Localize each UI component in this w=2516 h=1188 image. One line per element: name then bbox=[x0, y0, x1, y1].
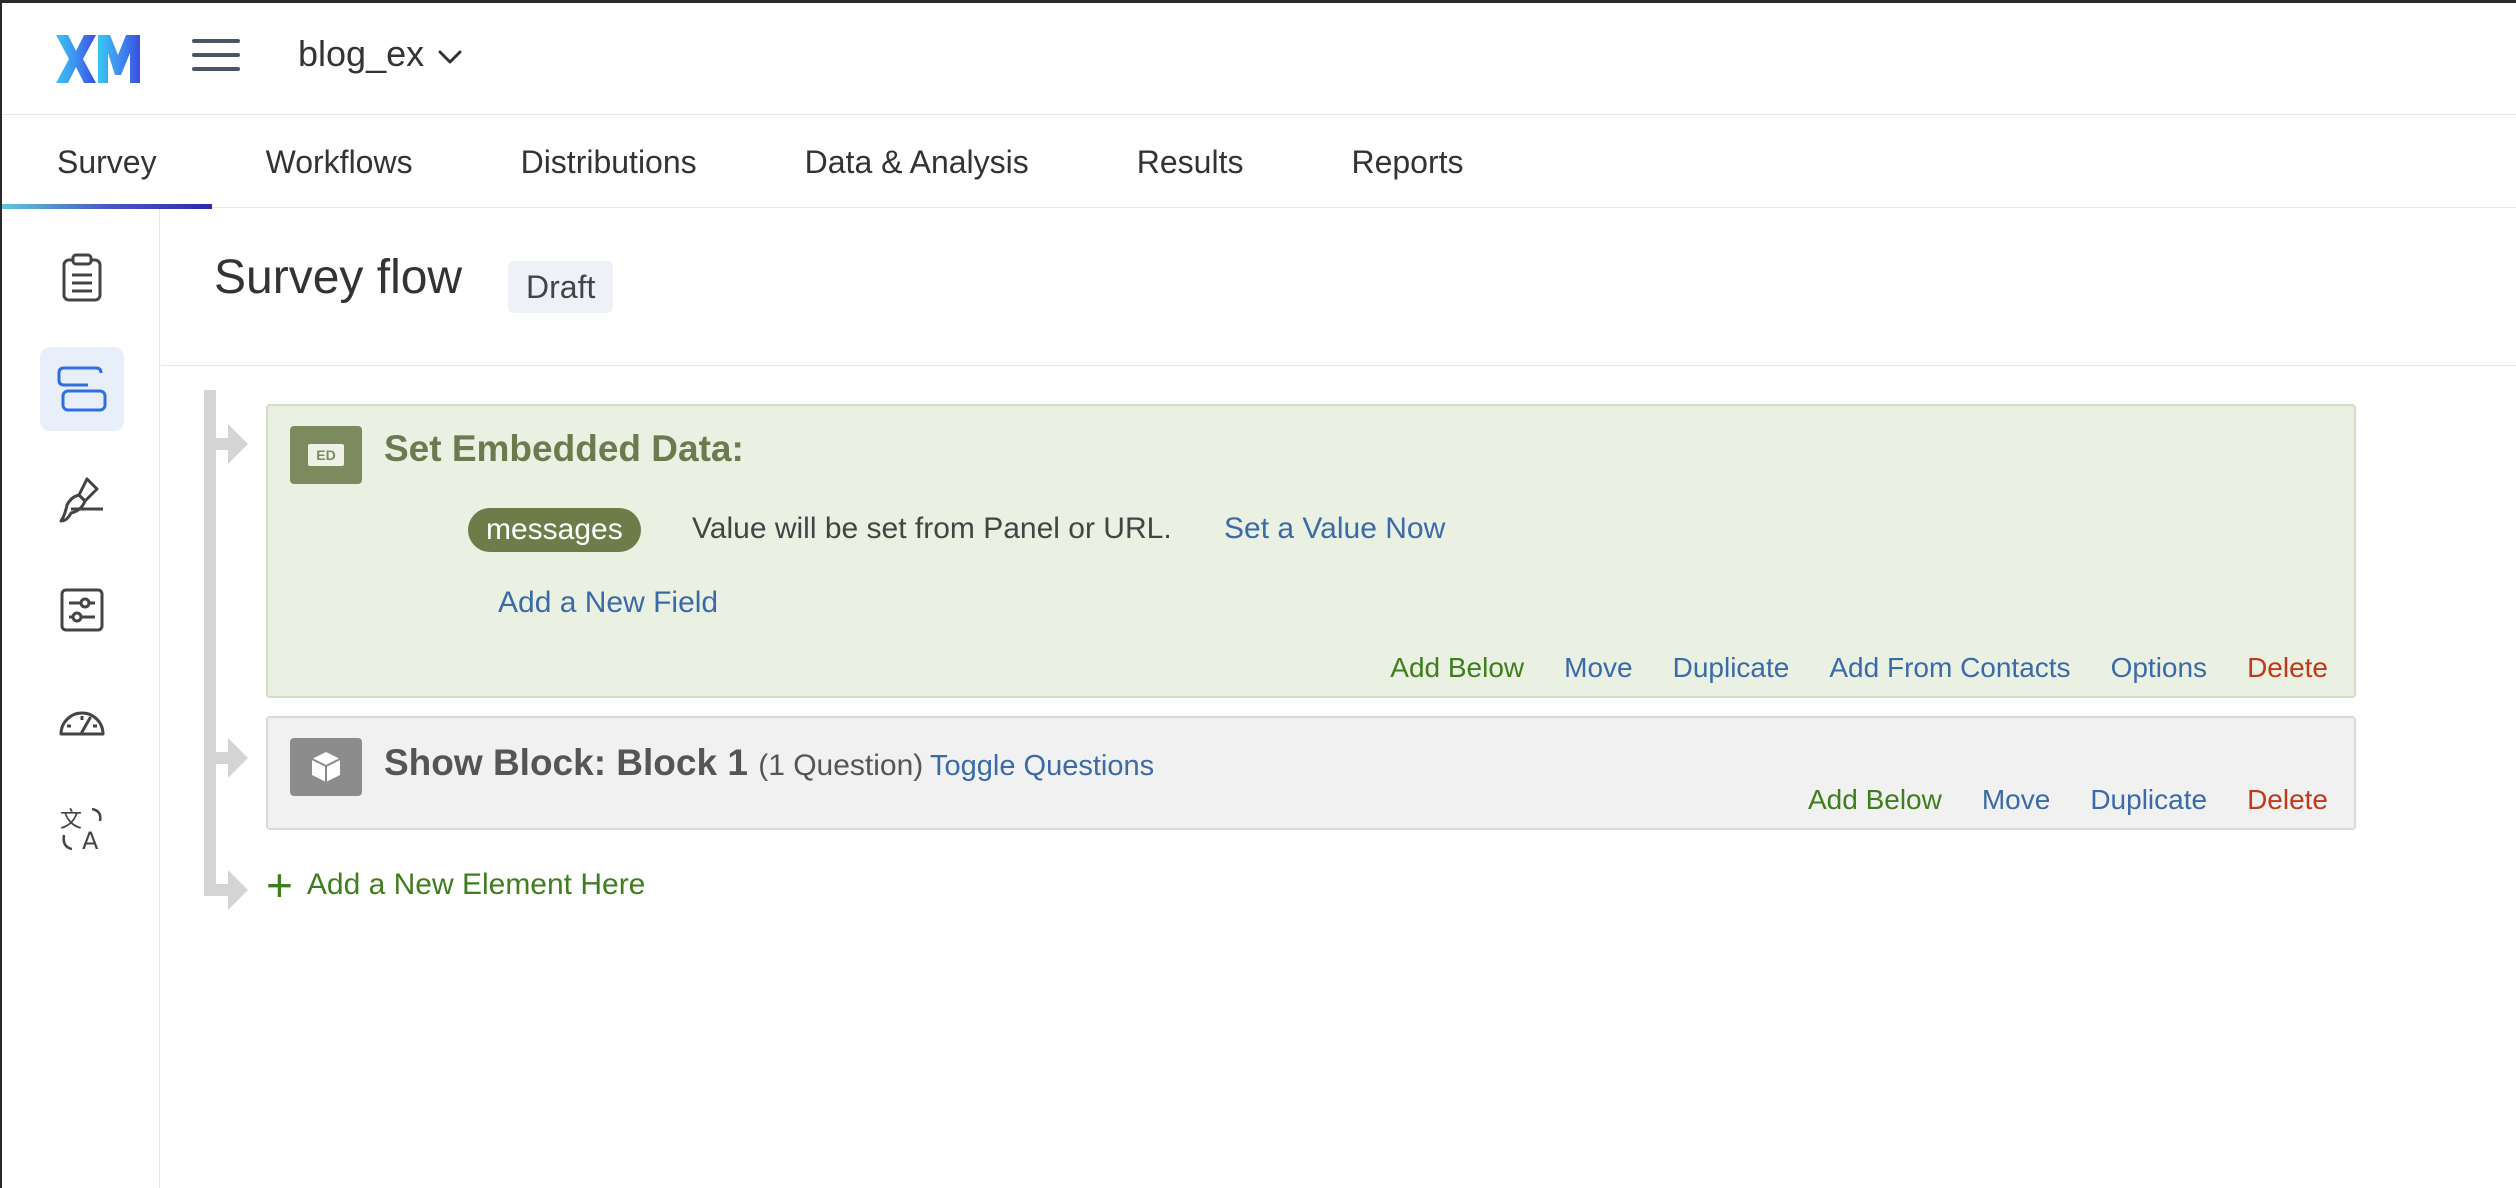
delete-button[interactable]: Delete bbox=[2247, 652, 2328, 684]
svg-text:A: A bbox=[82, 827, 99, 853]
svg-text:文: 文 bbox=[60, 808, 82, 833]
add-below-button[interactable]: Add Below bbox=[1390, 652, 1524, 684]
add-new-element-button[interactable]: + Add a New Element Here bbox=[266, 859, 646, 911]
duplicate-button[interactable]: Duplicate bbox=[1673, 652, 1790, 684]
status-badge: Draft bbox=[508, 261, 614, 313]
toggle-questions-link[interactable]: Toggle Questions bbox=[930, 750, 1154, 783]
move-button[interactable]: Move bbox=[1564, 652, 1632, 684]
tab-results[interactable]: Results bbox=[1083, 116, 1298, 208]
add-new-element-label: Add a New Element Here bbox=[306, 868, 646, 901]
block-question-count: (1 Question) bbox=[758, 749, 924, 782]
clipboard-icon bbox=[62, 253, 102, 302]
duplicate-button[interactable]: Duplicate bbox=[2090, 784, 2207, 816]
block-title: Show Block: Block 1 (1 Question) bbox=[384, 742, 923, 784]
left-sidebar: 文 A bbox=[2, 209, 160, 1188]
embedded-data-actions: Add Below Move Duplicate Add From Contac… bbox=[1390, 652, 2328, 684]
flow-arrow-icon bbox=[204, 424, 248, 464]
embedded-data-element: ED Set Embedded Data: messages Value wil… bbox=[266, 404, 2356, 698]
sidebar-item-look-and-feel[interactable] bbox=[40, 458, 124, 542]
flow-arrow-icon bbox=[204, 738, 248, 778]
sidebar-item-dashboard[interactable] bbox=[40, 678, 124, 762]
sidebar-item-translate[interactable]: 文 A bbox=[40, 787, 124, 871]
main-tabs: Survey Workflows Distributions Data & An… bbox=[2, 116, 2516, 209]
chevron-down-icon bbox=[438, 50, 462, 64]
delete-button[interactable]: Delete bbox=[2247, 784, 2328, 816]
sidebar-item-survey-options[interactable] bbox=[40, 568, 124, 652]
show-block-element: Show Block: Block 1 (1 Question) Toggle … bbox=[266, 716, 2356, 830]
embedded-field-pill[interactable]: messages bbox=[468, 508, 641, 552]
plus-icon: + bbox=[266, 859, 293, 911]
tab-data-analysis[interactable]: Data & Analysis bbox=[751, 116, 1083, 208]
add-from-contacts-button[interactable]: Add From Contacts bbox=[1829, 652, 2070, 684]
sidebar-item-survey-flow[interactable] bbox=[40, 347, 124, 431]
sidebar-item-survey[interactable] bbox=[40, 236, 124, 320]
survey-flow-icon bbox=[57, 366, 107, 412]
embedded-field-note: Value will be set from Panel or URL. bbox=[692, 512, 1172, 545]
brush-icon bbox=[59, 477, 103, 523]
options-button[interactable]: Options bbox=[2111, 652, 2208, 684]
project-name: blog_ex bbox=[298, 33, 425, 74]
title-divider bbox=[161, 365, 2516, 366]
embedded-data-icon: ED bbox=[290, 426, 362, 484]
survey-options-icon bbox=[60, 588, 104, 632]
set-value-now-link[interactable]: Set a Value Now bbox=[1224, 512, 1445, 546]
xm-logo[interactable] bbox=[54, 29, 142, 89]
add-new-field-link[interactable]: Add a New Field bbox=[498, 586, 718, 620]
add-below-button[interactable]: Add Below bbox=[1808, 784, 1942, 816]
tab-survey[interactable]: Survey bbox=[2, 116, 212, 209]
svg-text:ED: ED bbox=[316, 447, 335, 463]
block-title-text: Show Block: Block 1 bbox=[384, 742, 748, 783]
flow-arrow-icon bbox=[204, 870, 248, 910]
tab-distributions[interactable]: Distributions bbox=[467, 116, 751, 208]
page-title: Survey flow bbox=[214, 251, 463, 304]
translate-icon: 文 A bbox=[60, 807, 102, 853]
move-button[interactable]: Move bbox=[1982, 784, 2050, 816]
app-header: blog_ex bbox=[2, 3, 2516, 115]
tab-reports[interactable]: Reports bbox=[1297, 116, 1517, 208]
block-actions: Add Below Move Duplicate Delete bbox=[1808, 784, 2328, 816]
embedded-data-title: Set Embedded Data: bbox=[384, 428, 744, 469]
menu-hamburger-icon[interactable] bbox=[192, 39, 240, 79]
xm-logo-icon bbox=[56, 35, 140, 83]
gauge-icon bbox=[59, 711, 105, 736]
block-cube-icon bbox=[290, 738, 362, 796]
tab-workflows[interactable]: Workflows bbox=[212, 116, 467, 208]
project-selector[interactable]: blog_ex bbox=[298, 33, 462, 75]
